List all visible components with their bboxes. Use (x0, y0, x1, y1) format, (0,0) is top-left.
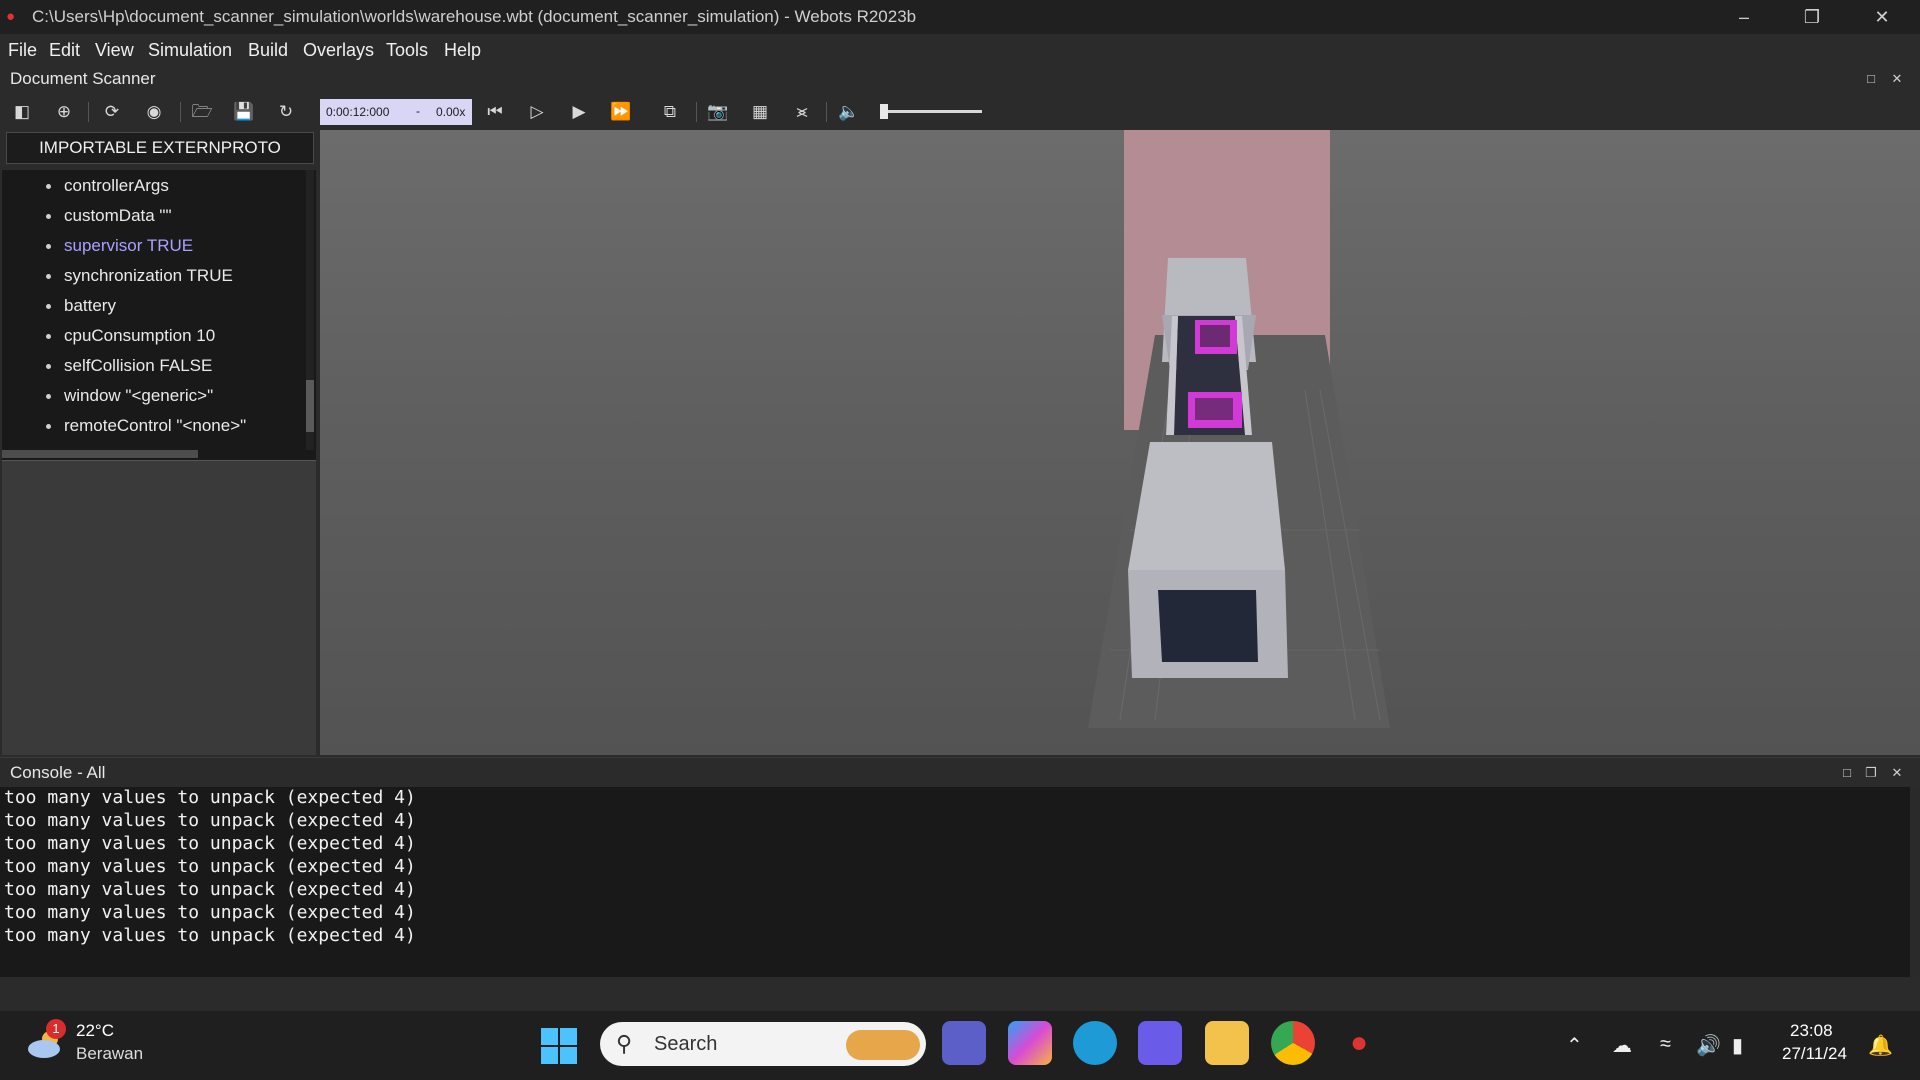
record-movie-icon[interactable]: ▦ (748, 100, 772, 124)
taskbar: 1 22°C Berawan ⚲ Search ● ⌃ ☁ ≈ 🔊 ▮ 23:0… (0, 1011, 1920, 1080)
search-placeholder: Search (654, 1033, 718, 1055)
menu-file[interactable]: File (8, 40, 37, 61)
save-icon[interactable]: 💾 (232, 100, 256, 124)
time-separator: - (416, 104, 420, 118)
3d-scene[interactable] (320, 130, 1920, 755)
tree-horizontal-scrollbar[interactable] (2, 450, 198, 458)
toggle-scene-tree-icon[interactable]: ◧ (10, 100, 34, 124)
fast-forward-icon[interactable]: ⏩ (609, 100, 633, 124)
title-bar: ● C:\Users\Hp\document_scanner_simulatio… (0, 0, 1920, 34)
reload-node-icon[interactable]: ⟳ (100, 100, 124, 124)
search-highlight-icon (846, 1030, 920, 1060)
reload-world-icon[interactable]: ↻ (274, 100, 298, 124)
window-title: C:\Users\Hp\document_scanner_simulation\… (32, 7, 917, 26)
maximize-icon[interactable]: □ (1838, 764, 1856, 782)
edge-icon[interactable] (1073, 1021, 1117, 1065)
console-line: too many values to unpack (expected 4) (4, 925, 416, 946)
volume-mute-icon[interactable]: 🔈 (837, 100, 861, 124)
simulation-speed: 0.00x (436, 105, 466, 119)
restore-icon[interactable]: ❐ (1778, 0, 1846, 34)
webots-icon: ● (6, 8, 16, 25)
clipchamp-icon[interactable] (1138, 1021, 1182, 1065)
float-icon[interactable]: ❐ (1862, 764, 1880, 782)
view-icon[interactable]: ◉ (142, 100, 166, 124)
front-conveyor-opening (1158, 590, 1258, 662)
console-line: too many values to unpack (expected 4) (4, 787, 416, 808)
toolbar-separator (180, 102, 181, 122)
simulation-time-display: 0:00:12:000 - 0.00x (320, 99, 472, 125)
minimize-icon[interactable]: – (1710, 0, 1778, 34)
chevron-up-icon[interactable]: ⌃ (1566, 1033, 1583, 1058)
close-icon[interactable]: ✕ (1848, 0, 1916, 34)
teams-icon[interactable] (942, 1021, 986, 1065)
chrome-icon[interactable] (1271, 1021, 1315, 1065)
front-conveyor-top (1128, 442, 1285, 570)
menu-view[interactable]: View (95, 40, 134, 61)
scene-tree-header: Document Scanner □ ✕ (0, 66, 1920, 94)
search-icon: ⚲ (616, 1031, 633, 1056)
toolbar-separator (88, 102, 89, 122)
simulation-time: 0:00:12:000 (326, 105, 390, 119)
weather-badge: 1 (46, 1019, 66, 1039)
open-folder-icon[interactable]: 🗁 (190, 100, 214, 124)
webots-taskbar-icon[interactable]: ● (1337, 1021, 1381, 1065)
console-line: too many values to unpack (expected 4) (4, 810, 416, 831)
notification-bell-icon[interactable]: 🔔 (1868, 1033, 1893, 1058)
weather-temperature[interactable]: 22°C (76, 1021, 114, 1041)
console-title: Console - All (10, 763, 106, 782)
menu-simulation[interactable]: Simulation (148, 40, 232, 61)
close-panel-icon[interactable]: ✕ (1888, 70, 1906, 88)
menu-help[interactable]: Help (444, 40, 481, 61)
menu-bar: File Edit View Simulation Build Overlays… (0, 34, 1920, 66)
weather-description[interactable]: Berawan (76, 1044, 143, 1064)
importable-externproto-button[interactable]: IMPORTABLE EXTERNPROTO (6, 132, 314, 164)
volume-slider-handle[interactable] (880, 104, 888, 119)
clock-date[interactable]: 27/11/24 (1782, 1044, 1847, 1064)
toolbar-separator (826, 102, 827, 122)
tree-scrollbar-thumb[interactable] (306, 380, 314, 432)
console-line: too many values to unpack (expected 4) (4, 902, 416, 923)
taskbar-search[interactable]: ⚲ Search (600, 1022, 926, 1066)
step-icon[interactable]: ▷ (525, 100, 549, 124)
rendering-icon[interactable]: ⧉ (658, 100, 682, 124)
status-strip (0, 977, 1920, 1011)
console-output[interactable]: too many values to unpack (expected 4) t… (0, 787, 1910, 977)
toolbar-separator (696, 102, 697, 122)
toolbar: ◧ ⊕ ⟳ ◉ 🗁 💾 ↻ 0:00:12:000 - 0.00x ⏮ ▷ ▶ … (0, 94, 1920, 130)
clock-time[interactable]: 23:08 (1790, 1021, 1833, 1041)
volume-icon[interactable]: 🔊 (1696, 1033, 1721, 1058)
3d-view[interactable] (320, 130, 1920, 755)
console-header: Console - All □ ❐ ✕ (0, 757, 1920, 788)
onedrive-cloud-icon[interactable]: ☁ (1612, 1033, 1632, 1058)
field-editor-panel (2, 460, 316, 755)
console-scrollbar[interactable] (1910, 787, 1920, 977)
menu-build[interactable]: Build (248, 40, 288, 61)
play-icon[interactable]: ▶ (567, 100, 591, 124)
volume-slider[interactable] (882, 110, 982, 113)
scene-tree-title: Document Scanner (10, 69, 156, 88)
reset-simulation-icon[interactable]: ⏮ (483, 100, 507, 124)
menu-tools[interactable]: Tools (386, 40, 428, 61)
console-line: too many values to unpack (expected 4) (4, 879, 416, 900)
share-icon[interactable]: ⪤ (790, 100, 814, 124)
menu-overlays[interactable]: Overlays (303, 40, 374, 61)
console-line: too many values to unpack (expected 4) (4, 833, 416, 854)
float-icon[interactable]: □ (1862, 70, 1880, 88)
scene-tree-panel: IMPORTABLE EXTERNPROTO controllerArgs cu… (0, 130, 318, 755)
wifi-icon[interactable]: ≈ (1660, 1033, 1671, 1056)
add-node-icon[interactable]: ⊕ (52, 100, 76, 124)
menu-edit[interactable]: Edit (49, 40, 80, 61)
copilot-icon[interactable] (1008, 1021, 1052, 1065)
file-explorer-icon[interactable] (1205, 1021, 1249, 1065)
console-line: too many values to unpack (expected 4) (4, 856, 416, 877)
close-console-icon[interactable]: ✕ (1888, 764, 1906, 782)
windows-start-icon[interactable] (541, 1028, 577, 1064)
screenshot-icon[interactable]: 📷 (706, 100, 730, 124)
battery-icon[interactable]: ▮ (1732, 1033, 1743, 1058)
